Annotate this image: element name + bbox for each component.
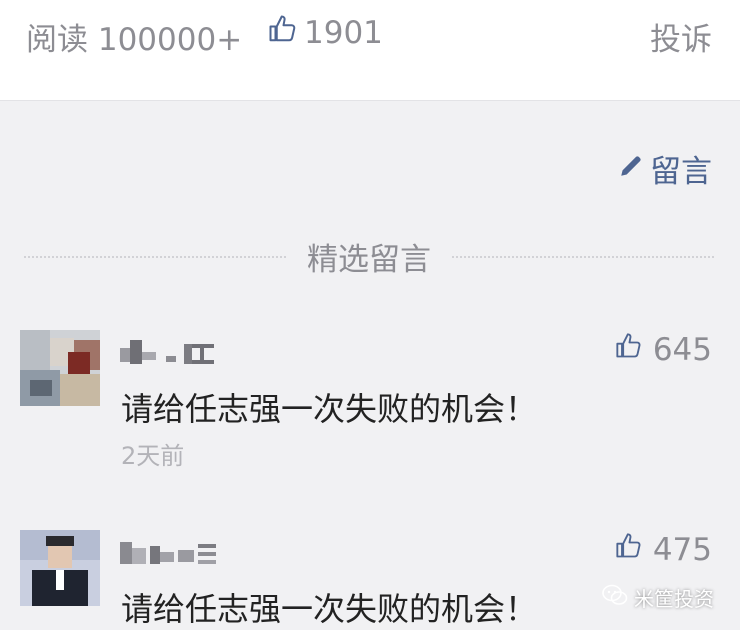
comment-text: 请给任志强一次失败的机会！ [121,590,538,628]
thumbs-up-icon [615,532,653,568]
article-stats-bar: 阅读 100000+ 1901 投诉 [0,0,740,101]
featured-comments-header: 精选留言 [24,234,714,278]
article-like-count: 1901 [304,15,383,51]
comment-like-count: 475 [652,532,712,568]
article-like-button[interactable]: 1901 [268,14,383,52]
avatar[interactable] [20,530,100,606]
read-count: 阅读 100000+ [26,22,243,58]
pencil-icon [618,151,650,187]
write-message-label: 留言 [650,154,712,190]
write-message-button[interactable]: 留言 [618,146,712,191]
watermark: 米筐投资 [602,583,714,612]
avatar[interactable] [20,330,100,406]
report-link[interactable]: 投诉 [650,14,712,59]
comment-time: 2天前 [121,442,185,470]
thumbs-up-icon [268,14,304,52]
divider-right [452,256,714,258]
comment-like-button[interactable]: 475 [615,532,712,568]
author-name-blurred [120,538,220,564]
comment-text: 请给任志强一次失败的机会！ [121,390,538,428]
comment-like-button[interactable]: 645 [615,332,712,368]
watermark-text: 米筐投资 [634,587,714,611]
comment-like-count: 645 [652,332,712,368]
author-name-blurred [120,338,220,364]
thumbs-up-icon [615,332,653,368]
wechat-icon [602,584,634,611]
